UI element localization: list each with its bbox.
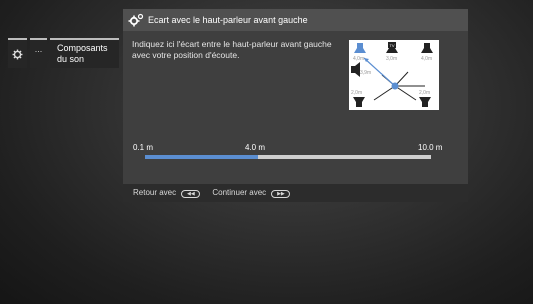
dialog-footer: Retour avec ◀◀ Continuer avec ▶▶	[123, 184, 468, 202]
back-hint[interactable]: Retour avec ◀◀	[133, 188, 201, 198]
rear-right-speaker-icon	[419, 97, 431, 107]
continue-label: Continuer avec	[212, 188, 267, 197]
speaker-layout-diagram: TV 4,0m 3,0m 4,0m 3,9m 2,0m 2,0m	[349, 40, 439, 110]
tv-label: TV	[389, 43, 394, 48]
breadcrumb-more-label: ...	[34, 44, 43, 54]
slider-max-label: 10.0 m	[418, 143, 443, 152]
distance-side-left: 3,9m	[360, 70, 371, 76]
distance-front-right: 4,0m	[421, 56, 432, 62]
distance-slider-fill	[145, 155, 258, 159]
rewind-icon: ◀◀	[181, 190, 201, 198]
rear-left-speaker-icon	[353, 97, 365, 107]
breadcrumb-sound-components-label: Composants du son	[57, 43, 108, 64]
distance-center: 3,0m	[386, 56, 397, 62]
listener-position-dot	[391, 82, 399, 90]
dialog-header: Ecart avec le haut-parleur avant gauche	[123, 9, 468, 31]
distance-rear-right: 2,0m	[419, 90, 430, 96]
dialog-body: Indiquez ici l'écart entre le haut-parle…	[123, 31, 468, 184]
front-right-speaker-icon	[421, 43, 433, 53]
tv-icon: TV	[386, 42, 398, 53]
continue-hint[interactable]: Continuer avec ▶▶	[212, 188, 291, 198]
speaker-distance-dialog: Ecart avec le haut-parleur avant gauche …	[123, 9, 468, 202]
dialog-title: Ecart avec le haut-parleur avant gauche	[148, 15, 308, 25]
front-left-speaker-icon	[354, 43, 366, 53]
speaker-settings-icon	[128, 13, 144, 27]
dialog-description: Indiquez ici l'écart entre le haut-parle…	[132, 39, 332, 60]
distance-rear-left: 2,0m	[351, 90, 362, 96]
distance-front-left: 4,0m	[353, 56, 364, 62]
slider-min-label: 0.1 m	[133, 143, 154, 152]
distance-slider[interactable]	[145, 155, 431, 159]
breadcrumb-more[interactable]: ...	[30, 38, 47, 68]
back-label: Retour avec	[133, 188, 177, 197]
gear-icon	[12, 49, 23, 59]
fast-forward-icon: ▶▶	[271, 190, 291, 198]
breadcrumb-settings[interactable]	[8, 38, 27, 68]
breadcrumb-sound-components[interactable]: Composants du son	[50, 38, 119, 68]
side-left-speaker-icon	[351, 62, 360, 77]
slider-current-label: 4.0 m	[245, 143, 266, 152]
